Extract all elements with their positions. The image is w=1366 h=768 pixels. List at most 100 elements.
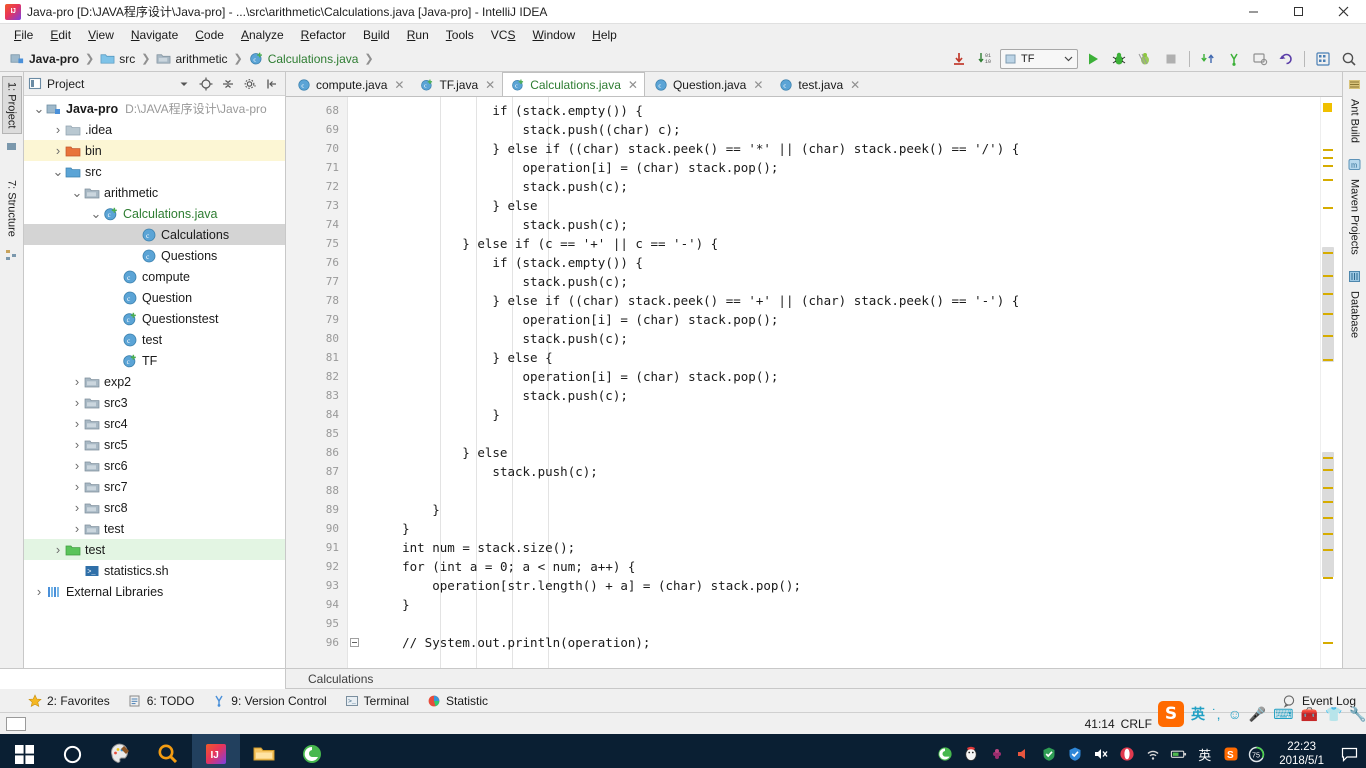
- tree-node--idea[interactable]: › .idea: [24, 119, 285, 140]
- menu-analyze[interactable]: Analyze: [233, 26, 292, 44]
- chevron-right-icon[interactable]: ›: [70, 458, 84, 473]
- tree-node-test[interactable]: › test: [24, 518, 285, 539]
- stop-icon[interactable]: [1160, 49, 1182, 69]
- ime-voice-icon[interactable]: 🎤: [1249, 706, 1266, 723]
- locate-icon[interactable]: [197, 75, 215, 93]
- sogou-logo-icon[interactable]: S: [1158, 701, 1184, 727]
- intellij-icon[interactable]: IJ: [192, 734, 240, 768]
- error-stripe-markers[interactable]: [1320, 97, 1334, 668]
- ime-mode-label[interactable]: 英: [1191, 704, 1205, 724]
- editor-tab-test-java[interactable]: c test.java ✕: [770, 72, 867, 96]
- tree-node-question[interactable]: c Question: [24, 287, 285, 308]
- tree-node-test[interactable]: › test: [24, 539, 285, 560]
- tray-browser-icon[interactable]: [936, 746, 953, 763]
- taskbar-clock[interactable]: 22:23 2018/5/1: [1279, 740, 1324, 768]
- tree-node-exp2[interactable]: › exp2: [24, 371, 285, 392]
- editor-vertical-scrollbar[interactable]: [1334, 97, 1342, 668]
- tree-node-tf[interactable]: c TF: [24, 350, 285, 371]
- tree-node-statistics-sh[interactable]: >_ statistics.sh: [24, 560, 285, 581]
- tree-node-bin[interactable]: › bin: [24, 140, 285, 161]
- tree-node-calculations-java[interactable]: ⌄ c Calculations.java: [24, 203, 285, 224]
- tree-node-java-pro[interactable]: ⌄ Java-pro D:\JAVA程序设计\Java-pro: [24, 98, 285, 119]
- tray-wifi-icon[interactable]: [1144, 746, 1161, 763]
- menu-refactor[interactable]: Refactor: [293, 26, 354, 44]
- tree-node-src5[interactable]: › src5: [24, 434, 285, 455]
- chevron-down-icon[interactable]: ⌄: [51, 165, 65, 178]
- menu-file[interactable]: File: [6, 26, 41, 44]
- close-tab-icon[interactable]: ✕: [394, 78, 404, 92]
- tool-window-terminal[interactable]: >_ Terminal: [345, 694, 409, 708]
- chevron-right-icon[interactable]: ›: [70, 416, 84, 431]
- editor-tab-calculations-java[interactable]: c Calculations.java ✕: [502, 72, 645, 96]
- search-icon[interactable]: [144, 734, 192, 768]
- explorer-icon[interactable]: [240, 734, 288, 768]
- chevron-right-icon[interactable]: ›: [70, 395, 84, 410]
- tray-ime-label[interactable]: 英: [1196, 746, 1213, 763]
- tray-360-shield-icon[interactable]: [1040, 746, 1057, 763]
- history-icon[interactable]: [1249, 49, 1271, 69]
- rail-tab-database[interactable]: Database: [1346, 286, 1364, 343]
- cortana-icon[interactable]: [48, 734, 96, 768]
- rail-tab-project[interactable]: 1: Project: [1, 76, 22, 135]
- tray-grape-icon[interactable]: [988, 746, 1005, 763]
- caret-position[interactable]: 41:14: [1085, 717, 1115, 731]
- menu-navigate[interactable]: Navigate: [123, 26, 186, 44]
- panel-dropdown-icon[interactable]: [175, 75, 193, 93]
- chevron-right-icon[interactable]: ›: [70, 437, 84, 452]
- tree-node-src6[interactable]: › src6: [24, 455, 285, 476]
- tree-node-arithmetic[interactable]: ⌄ arithmetic: [24, 182, 285, 203]
- tree-node-test[interactable]: c test: [24, 329, 285, 350]
- gear-icon[interactable]: [241, 75, 259, 93]
- tray-accelerator-icon[interactable]: 75: [1248, 746, 1265, 763]
- ime-emoji-icon[interactable]: ☺: [1228, 706, 1242, 722]
- notification-center-icon[interactable]: [1338, 746, 1360, 763]
- run-configuration-selector[interactable]: TF: [1000, 48, 1078, 69]
- tree-node-questions[interactable]: c Questions: [24, 245, 285, 266]
- tray-volume-icon[interactable]: [1014, 746, 1031, 763]
- code-text-area[interactable]: if (stack.empty()) { stack.push((char) c…: [370, 97, 1320, 668]
- menu-tools[interactable]: Tools: [438, 26, 482, 44]
- menu-code[interactable]: Code: [187, 26, 232, 44]
- chevron-down-icon[interactable]: ⌄: [70, 186, 84, 199]
- coverage-icon[interactable]: [1134, 49, 1156, 69]
- menu-vcs[interactable]: VCS: [483, 26, 524, 44]
- collapse-all-icon[interactable]: [219, 75, 237, 93]
- tool-window-statistic[interactable]: Statistic: [427, 694, 488, 708]
- update-icon[interactable]: [1197, 49, 1219, 69]
- hide-panel-icon[interactable]: [263, 75, 281, 93]
- close-tab-icon[interactable]: ✕: [628, 78, 638, 92]
- close-tab-icon[interactable]: ✕: [485, 78, 495, 92]
- gutter-fold-area[interactable]: [348, 97, 370, 668]
- tray-security-icon[interactable]: [1066, 746, 1083, 763]
- rail-tab-maven-projects[interactable]: Maven Projects: [1346, 174, 1364, 260]
- breadcrumb-calculations-java[interactable]: c Calculations.java: [245, 50, 363, 67]
- tool-window-favorites[interactable]: 2: Favorites: [28, 694, 110, 708]
- search-everywhere-icon[interactable]: [1338, 49, 1360, 69]
- rail-tab-structure[interactable]: 7: Structure: [3, 175, 21, 242]
- line-separator[interactable]: CRLF: [1121, 717, 1152, 731]
- run-icon[interactable]: [1082, 49, 1104, 69]
- debug-icon[interactable]: [1108, 49, 1130, 69]
- tree-node-src3[interactable]: › src3: [24, 392, 285, 413]
- start-icon[interactable]: [0, 734, 48, 768]
- tray-battery-icon[interactable]: [1170, 746, 1187, 763]
- sogou-ime-toolbar[interactable]: S 英 ˙, ☺ 🎤 ⌨ 🧰 👕 🔧: [1158, 700, 1366, 728]
- update-project-icon[interactable]: [948, 49, 970, 69]
- menu-view[interactable]: View: [80, 26, 122, 44]
- tree-node-src[interactable]: ⌄ src: [24, 161, 285, 182]
- tool-window-todo[interactable]: 6: TODO: [128, 694, 194, 708]
- tree-node-src4[interactable]: › src4: [24, 413, 285, 434]
- close-tab-icon[interactable]: ✕: [753, 78, 763, 92]
- tree-node-questionstest[interactable]: c Questionstest: [24, 308, 285, 329]
- menu-build[interactable]: Build: [355, 26, 398, 44]
- tray-qq-icon[interactable]: [962, 746, 979, 763]
- ime-keyboard-icon[interactable]: ⌨: [1273, 706, 1293, 723]
- ime-settings-icon[interactable]: 🔧: [1349, 706, 1366, 723]
- browser-icon[interactable]: [288, 734, 336, 768]
- ime-toolbox-icon[interactable]: 🧰: [1301, 706, 1318, 723]
- breadcrumb-java-pro[interactable]: Java-pro: [6, 50, 83, 67]
- rollback-icon[interactable]: [1275, 49, 1297, 69]
- ime-skin-icon[interactable]: 👕: [1325, 706, 1342, 723]
- chevron-right-icon[interactable]: ›: [51, 542, 65, 557]
- editor-tab-tf-java[interactable]: c TF.java ✕: [411, 72, 502, 96]
